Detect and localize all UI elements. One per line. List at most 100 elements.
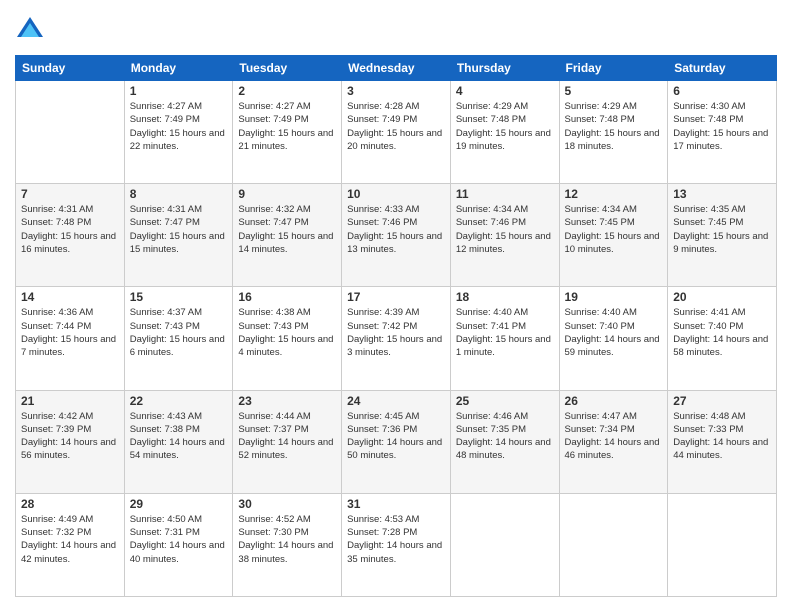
day-number: 1 (130, 84, 228, 98)
day-number: 30 (238, 497, 336, 511)
calendar-cell: 2 Sunrise: 4:27 AM Sunset: 7:49 PM Dayli… (233, 81, 342, 184)
daylight-text: Daylight: 15 hours and 1 minute. (456, 334, 551, 358)
sunset-text: Sunset: 7:28 PM (347, 527, 417, 538)
sunset-text: Sunset: 7:36 PM (347, 424, 417, 435)
calendar-week-3: 21 Sunrise: 4:42 AM Sunset: 7:39 PM Dayl… (16, 390, 777, 493)
sunrise-text: Sunrise: 4:36 AM (21, 307, 93, 318)
calendar-cell: 17 Sunrise: 4:39 AM Sunset: 7:42 PM Dayl… (342, 287, 451, 390)
header-cell-wednesday: Wednesday (342, 56, 451, 81)
calendar-week-0: 1 Sunrise: 4:27 AM Sunset: 7:49 PM Dayli… (16, 81, 777, 184)
day-number: 11 (456, 187, 554, 201)
daylight-text: Daylight: 14 hours and 42 minutes. (21, 540, 116, 564)
day-info: Sunrise: 4:50 AM Sunset: 7:31 PM Dayligh… (130, 513, 228, 566)
day-number: 16 (238, 290, 336, 304)
calendar-cell: 30 Sunrise: 4:52 AM Sunset: 7:30 PM Dayl… (233, 493, 342, 596)
day-number: 31 (347, 497, 445, 511)
day-info: Sunrise: 4:36 AM Sunset: 7:44 PM Dayligh… (21, 306, 119, 359)
daylight-text: Daylight: 14 hours and 46 minutes. (565, 437, 660, 461)
daylight-text: Daylight: 15 hours and 10 minutes. (565, 231, 660, 255)
header-row: SundayMondayTuesdayWednesdayThursdayFrid… (16, 56, 777, 81)
sunrise-text: Sunrise: 4:30 AM (673, 101, 745, 112)
daylight-text: Daylight: 14 hours and 50 minutes. (347, 437, 442, 461)
daylight-text: Daylight: 14 hours and 40 minutes. (130, 540, 225, 564)
calendar-cell (559, 493, 668, 596)
calendar-cell: 21 Sunrise: 4:42 AM Sunset: 7:39 PM Dayl… (16, 390, 125, 493)
sunset-text: Sunset: 7:46 PM (456, 217, 526, 228)
header-cell-monday: Monday (124, 56, 233, 81)
daylight-text: Daylight: 14 hours and 59 minutes. (565, 334, 660, 358)
calendar-cell: 5 Sunrise: 4:29 AM Sunset: 7:48 PM Dayli… (559, 81, 668, 184)
calendar-cell: 7 Sunrise: 4:31 AM Sunset: 7:48 PM Dayli… (16, 184, 125, 287)
daylight-text: Daylight: 14 hours and 58 minutes. (673, 334, 768, 358)
calendar-body: 1 Sunrise: 4:27 AM Sunset: 7:49 PM Dayli… (16, 81, 777, 597)
day-number: 25 (456, 394, 554, 408)
header-cell-tuesday: Tuesday (233, 56, 342, 81)
sunrise-text: Sunrise: 4:34 AM (565, 204, 637, 215)
sunset-text: Sunset: 7:49 PM (347, 114, 417, 125)
day-info: Sunrise: 4:38 AM Sunset: 7:43 PM Dayligh… (238, 306, 336, 359)
day-info: Sunrise: 4:42 AM Sunset: 7:39 PM Dayligh… (21, 410, 119, 463)
sunrise-text: Sunrise: 4:33 AM (347, 204, 419, 215)
page: SundayMondayTuesdayWednesdayThursdayFrid… (0, 0, 792, 612)
sunset-text: Sunset: 7:43 PM (238, 321, 308, 332)
sunset-text: Sunset: 7:49 PM (238, 114, 308, 125)
sunrise-text: Sunrise: 4:48 AM (673, 411, 745, 422)
calendar-cell: 4 Sunrise: 4:29 AM Sunset: 7:48 PM Dayli… (450, 81, 559, 184)
daylight-text: Daylight: 15 hours and 16 minutes. (21, 231, 116, 255)
day-info: Sunrise: 4:29 AM Sunset: 7:48 PM Dayligh… (456, 100, 554, 153)
sunset-text: Sunset: 7:30 PM (238, 527, 308, 538)
sunset-text: Sunset: 7:44 PM (21, 321, 91, 332)
daylight-text: Daylight: 15 hours and 6 minutes. (130, 334, 225, 358)
day-info: Sunrise: 4:31 AM Sunset: 7:48 PM Dayligh… (21, 203, 119, 256)
calendar-cell: 13 Sunrise: 4:35 AM Sunset: 7:45 PM Dayl… (668, 184, 777, 287)
calendar-cell: 16 Sunrise: 4:38 AM Sunset: 7:43 PM Dayl… (233, 287, 342, 390)
calendar-cell: 23 Sunrise: 4:44 AM Sunset: 7:37 PM Dayl… (233, 390, 342, 493)
sunrise-text: Sunrise: 4:47 AM (565, 411, 637, 422)
sunrise-text: Sunrise: 4:31 AM (21, 204, 93, 215)
day-number: 18 (456, 290, 554, 304)
calendar-cell: 6 Sunrise: 4:30 AM Sunset: 7:48 PM Dayli… (668, 81, 777, 184)
sunrise-text: Sunrise: 4:49 AM (21, 514, 93, 525)
daylight-text: Daylight: 15 hours and 15 minutes. (130, 231, 225, 255)
sunset-text: Sunset: 7:34 PM (565, 424, 635, 435)
day-number: 27 (673, 394, 771, 408)
day-number: 10 (347, 187, 445, 201)
sunrise-text: Sunrise: 4:38 AM (238, 307, 310, 318)
day-info: Sunrise: 4:40 AM Sunset: 7:41 PM Dayligh… (456, 306, 554, 359)
day-info: Sunrise: 4:27 AM Sunset: 7:49 PM Dayligh… (238, 100, 336, 153)
calendar-cell: 22 Sunrise: 4:43 AM Sunset: 7:38 PM Dayl… (124, 390, 233, 493)
day-number: 7 (21, 187, 119, 201)
sunrise-text: Sunrise: 4:35 AM (673, 204, 745, 215)
calendar-cell: 20 Sunrise: 4:41 AM Sunset: 7:40 PM Dayl… (668, 287, 777, 390)
calendar-cell: 18 Sunrise: 4:40 AM Sunset: 7:41 PM Dayl… (450, 287, 559, 390)
day-number: 9 (238, 187, 336, 201)
sunset-text: Sunset: 7:48 PM (21, 217, 91, 228)
calendar-cell: 26 Sunrise: 4:47 AM Sunset: 7:34 PM Dayl… (559, 390, 668, 493)
calendar-cell: 14 Sunrise: 4:36 AM Sunset: 7:44 PM Dayl… (16, 287, 125, 390)
sunrise-text: Sunrise: 4:28 AM (347, 101, 419, 112)
day-info: Sunrise: 4:27 AM Sunset: 7:49 PM Dayligh… (130, 100, 228, 153)
sunset-text: Sunset: 7:43 PM (130, 321, 200, 332)
day-info: Sunrise: 4:32 AM Sunset: 7:47 PM Dayligh… (238, 203, 336, 256)
day-number: 8 (130, 187, 228, 201)
sunrise-text: Sunrise: 4:37 AM (130, 307, 202, 318)
calendar-cell: 11 Sunrise: 4:34 AM Sunset: 7:46 PM Dayl… (450, 184, 559, 287)
daylight-text: Daylight: 15 hours and 3 minutes. (347, 334, 442, 358)
header (15, 15, 777, 45)
header-cell-thursday: Thursday (450, 56, 559, 81)
day-info: Sunrise: 4:28 AM Sunset: 7:49 PM Dayligh… (347, 100, 445, 153)
sunrise-text: Sunrise: 4:44 AM (238, 411, 310, 422)
day-number: 15 (130, 290, 228, 304)
daylight-text: Daylight: 15 hours and 21 minutes. (238, 128, 333, 152)
daylight-text: Daylight: 15 hours and 20 minutes. (347, 128, 442, 152)
sunset-text: Sunset: 7:48 PM (456, 114, 526, 125)
sunset-text: Sunset: 7:48 PM (673, 114, 743, 125)
sunset-text: Sunset: 7:47 PM (130, 217, 200, 228)
day-number: 13 (673, 187, 771, 201)
calendar-table: SundayMondayTuesdayWednesdayThursdayFrid… (15, 55, 777, 597)
sunset-text: Sunset: 7:49 PM (130, 114, 200, 125)
day-info: Sunrise: 4:49 AM Sunset: 7:32 PM Dayligh… (21, 513, 119, 566)
day-info: Sunrise: 4:47 AM Sunset: 7:34 PM Dayligh… (565, 410, 663, 463)
sunrise-text: Sunrise: 4:46 AM (456, 411, 528, 422)
sunrise-text: Sunrise: 4:40 AM (565, 307, 637, 318)
